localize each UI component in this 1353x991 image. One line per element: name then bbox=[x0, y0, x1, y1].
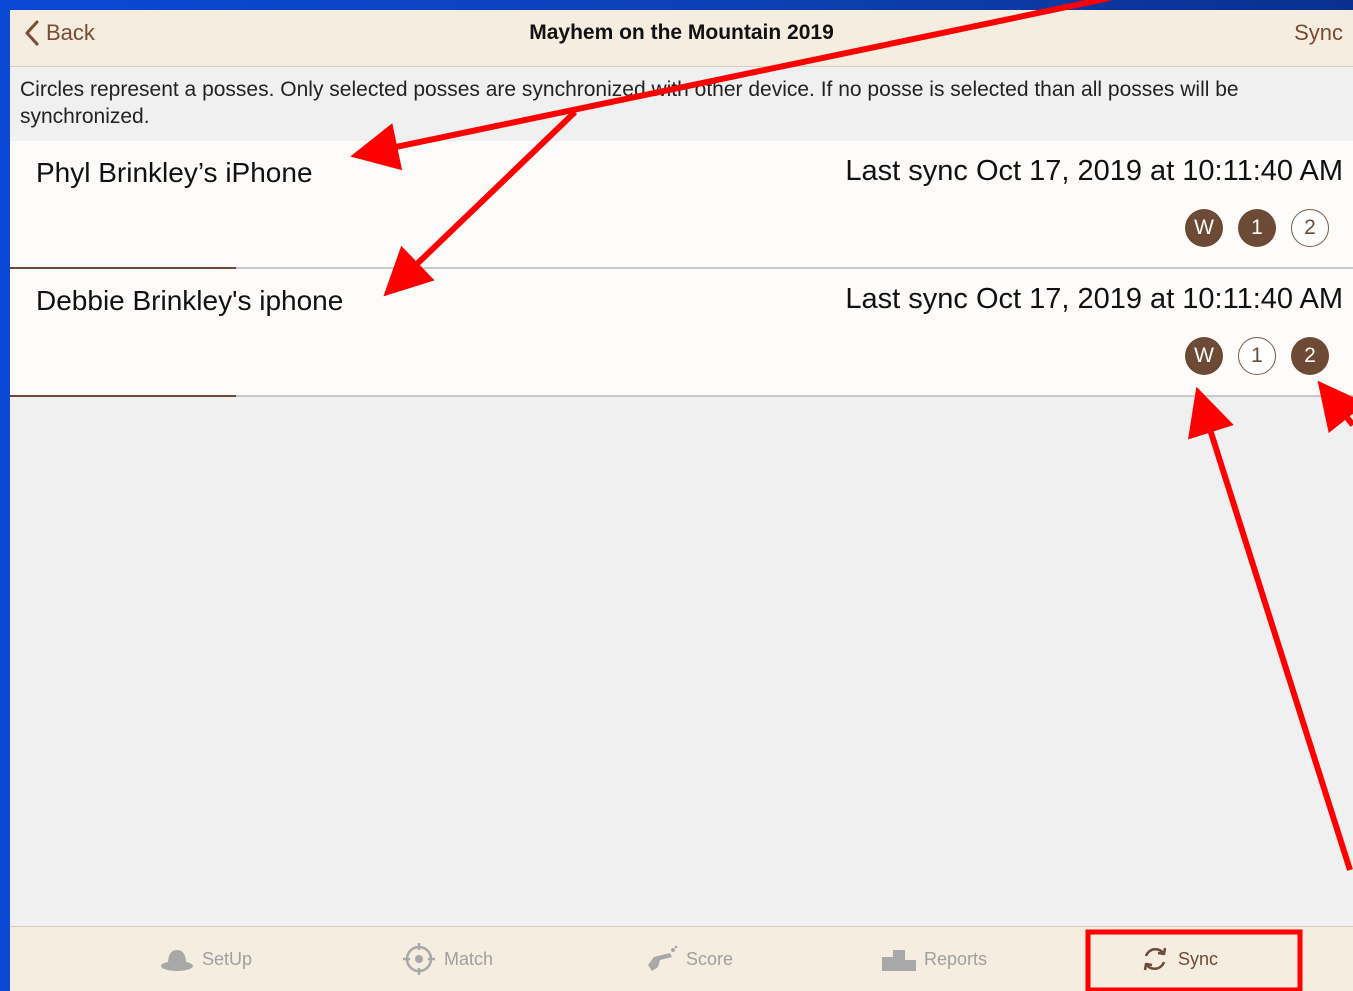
posse-circles: W 1 2 bbox=[1185, 337, 1329, 375]
posse-circle-1[interactable]: 1 bbox=[1238, 209, 1276, 247]
posse-info-text: Circles represent a posses. Only selecte… bbox=[20, 78, 1239, 128]
row-divider-accent bbox=[10, 395, 236, 397]
posse-circles: W 1 2 bbox=[1185, 209, 1329, 247]
tab-sync[interactable]: Sync bbox=[1140, 927, 1218, 991]
posse-circle-2[interactable]: 2 bbox=[1291, 337, 1329, 375]
tab-label: Sync bbox=[1178, 948, 1219, 969]
tab-label: Score bbox=[686, 948, 734, 969]
revolver-icon bbox=[648, 945, 678, 971]
app-screen: Back Mayhem on the Mountain 2019 Sync Ci… bbox=[10, 10, 1353, 991]
tab-bar: SetUp Match Score Reports Sync bbox=[10, 926, 1353, 991]
device-row[interactable]: Debbie Brinkley's iphone Last sync Oct 1… bbox=[10, 269, 1353, 397]
device-name: Phyl Brinkley’s iPhone bbox=[36, 157, 313, 188]
crosshair-icon bbox=[403, 943, 435, 975]
device-name: Debbie Brinkley's iphone bbox=[36, 285, 344, 316]
tab-setup[interactable]: SetUp bbox=[160, 927, 252, 991]
last-sync-time: Last sync Oct 17, 2019 at 10:11:40 AM bbox=[845, 283, 1343, 315]
tab-label: Reports bbox=[924, 948, 988, 969]
podium-icon bbox=[882, 950, 916, 971]
hat-icon bbox=[161, 950, 193, 971]
sync-icon bbox=[1143, 947, 1167, 971]
posse-circle-2[interactable]: 2 bbox=[1291, 209, 1329, 247]
page-title: Mayhem on the Mountain 2019 bbox=[529, 21, 834, 44]
tab-match[interactable]: Match bbox=[402, 927, 493, 991]
tab-label: Match bbox=[444, 948, 494, 969]
posse-circle-w[interactable]: W bbox=[1185, 337, 1223, 375]
navigation-bar: Back Mayhem on the Mountain 2019 Sync bbox=[10, 10, 1353, 67]
posse-circle-w[interactable]: W bbox=[1185, 209, 1223, 247]
tab-score[interactable]: Score bbox=[644, 927, 733, 991]
tab-label: SetUp bbox=[202, 948, 253, 969]
posse-circle-1[interactable]: 1 bbox=[1238, 337, 1276, 375]
device-row[interactable]: Phyl Brinkley’s iPhone Last sync Oct 17,… bbox=[10, 141, 1353, 269]
last-sync-time: Last sync Oct 17, 2019 at 10:11:40 AM bbox=[845, 155, 1343, 187]
tab-reports[interactable]: Reports bbox=[882, 927, 987, 991]
sync-nav-button[interactable]: Sync bbox=[1294, 20, 1343, 46]
